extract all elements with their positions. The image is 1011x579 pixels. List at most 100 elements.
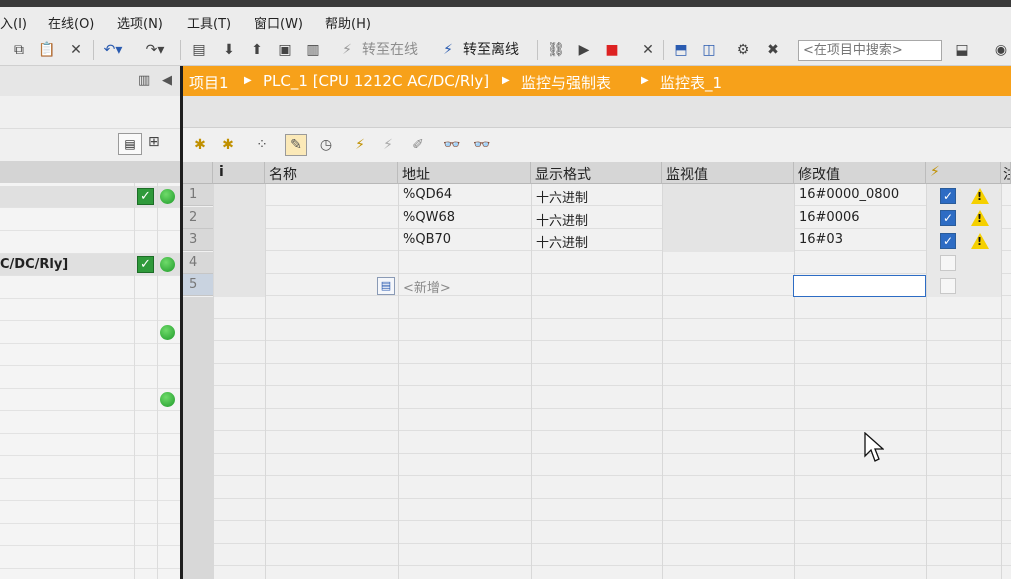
upload-icon[interactable]: ⬆ <box>246 39 268 61</box>
tree-row[interactable] <box>0 277 180 299</box>
menu-options[interactable]: 选项(N) <box>117 13 163 32</box>
redo-icon[interactable]: ↷▾ <box>140 39 170 61</box>
tree-settings-icon[interactable]: ⊞ <box>148 134 160 150</box>
window-settings-icon[interactable]: ⚙ <box>732 39 754 61</box>
address-cell[interactable]: %QW68 <box>398 207 531 229</box>
tree-row[interactable] <box>0 479 180 501</box>
modify-value-column-header[interactable]: 修改值 <box>794 162 926 184</box>
modify-enable-checkbox[interactable]: ✓ <box>940 188 956 204</box>
search-binoculars-icon[interactable]: ⬓ <box>950 39 974 61</box>
row-number[interactable]: 5 <box>183 274 213 296</box>
tree-row[interactable] <box>0 524 180 546</box>
monitor-mode-icon[interactable]: ✎ <box>285 134 307 156</box>
comment-column-header[interactable]: 注 <box>1001 162 1011 184</box>
modify-enable-checkbox[interactable] <box>940 278 956 294</box>
address-cell[interactable]: %QB70 <box>398 229 531 251</box>
online-status-dot-icon <box>160 189 175 204</box>
info-column-header[interactable]: i <box>213 162 265 184</box>
modify-enable-column-header[interactable]: ⚡ <box>926 162 1001 184</box>
row-number[interactable]: 4 <box>183 252 213 274</box>
menu-window[interactable]: 窗口(W) <box>254 13 303 32</box>
start-cpu-icon[interactable]: ▶ <box>573 39 595 61</box>
row-number[interactable]: 2 <box>183 207 213 229</box>
modify-value-cell[interactable]: 16#0000_0800 <box>794 184 926 206</box>
display-format-column-header[interactable]: 显示格式 <box>531 162 662 184</box>
copy-icon[interactable]: ⧉ <box>8 39 30 61</box>
modify-now-icon[interactable]: ⚡ <box>349 134 371 156</box>
download-icon[interactable]: ⬇ <box>218 39 240 61</box>
modify-value-cell[interactable]: 16#0006 <box>794 207 926 229</box>
breadcrumb-project[interactable]: 项目1 <box>189 72 229 93</box>
menu-insert[interactable]: 入(I) <box>0 13 27 32</box>
accessible-devices-icon[interactable]: ⛓ <box>545 39 567 61</box>
undo-icon[interactable]: ↶▾ <box>98 39 128 61</box>
paste-icon[interactable]: 📋 <box>36 39 58 61</box>
tree-row[interactable] <box>0 344 180 366</box>
go-online-button[interactable]: 转至在线 <box>362 39 418 61</box>
project-search-input[interactable] <box>798 40 942 61</box>
modify-enable-checkbox[interactable]: ✓ <box>940 233 956 249</box>
monitor-value-column-header[interactable]: 监视值 <box>662 162 794 184</box>
modify-value-input[interactable] <box>793 275 926 297</box>
tree-row[interactable] <box>0 412 180 434</box>
tree-row[interactable] <box>0 547 180 569</box>
tree-row[interactable] <box>0 502 180 524</box>
breadcrumb-arrow-icon: ▶ <box>502 75 510 86</box>
monitor-all-icon[interactable]: 👓 <box>441 134 463 156</box>
insert-row-icon[interactable]: ✱ <box>189 134 211 156</box>
collapse-left-icon[interactable]: ◀ <box>162 73 172 88</box>
row-number[interactable]: 3 <box>183 229 213 251</box>
menu-help[interactable]: 帮助(H) <box>325 13 371 32</box>
totally-integrated-icon[interactable]: ◉ <box>990 39 1011 61</box>
menu-online[interactable]: 在线(O) <box>48 13 94 32</box>
modify-value-cell[interactable]: 16#03 <box>794 229 926 251</box>
name-column-header[interactable]: 名称 <box>265 162 398 184</box>
monitor-once-icon[interactable]: 👓 <box>471 134 493 156</box>
tree-row[interactable] <box>0 232 180 254</box>
row-number[interactable]: 1 <box>183 184 213 206</box>
tree-row[interactable] <box>0 367 180 389</box>
close-windows-icon[interactable]: ✖ <box>762 39 784 61</box>
table-row[interactable] <box>183 252 1011 274</box>
cross-reference-icon[interactable]: ✕ <box>637 39 659 61</box>
breadcrumb-plc[interactable]: PLC_1 [CPU 1212C AC/DC/Rly] <box>263 72 489 90</box>
tree-row[interactable]: ✓ <box>0 186 180 208</box>
rt-icon[interactable]: ▥ <box>302 39 324 61</box>
tree-row[interactable] <box>0 457 180 479</box>
start-simulation-icon[interactable]: ▣ <box>274 39 296 61</box>
tree-row[interactable] <box>0 434 180 456</box>
breadcrumb-watch-table-1[interactable]: 监控表_1 <box>660 72 722 93</box>
format-cell[interactable]: 十六进制 <box>531 207 662 229</box>
address-cell[interactable]: %QD64 <box>398 184 531 206</box>
format-cell[interactable]: 十六进制 <box>531 184 662 206</box>
trigger-monitor-icon[interactable]: ◷ <box>315 134 337 156</box>
add-new-cell[interactable]: <新增> <box>398 274 531 296</box>
delete-icon[interactable]: ✕ <box>65 39 87 61</box>
tree-row[interactable] <box>0 322 180 344</box>
go-offline-icon[interactable]: ⚡ <box>437 39 459 61</box>
modify-enable-checkbox[interactable] <box>940 255 956 271</box>
go-online-icon[interactable]: ⚡ <box>336 39 358 61</box>
modify-trigger-icon[interactable]: ⚡ <box>377 134 399 156</box>
go-offline-button[interactable]: 转至离线 <box>463 39 519 61</box>
enable-peripheral-icon[interactable]: ✐ <box>407 134 429 156</box>
modify-enable-checkbox[interactable]: ✓ <box>940 210 956 226</box>
tree-row[interactable] <box>0 299 180 321</box>
address-column-header[interactable]: 地址 <box>398 162 531 184</box>
display-all-columns-icon[interactable]: ⁘ <box>251 134 273 156</box>
tree-row[interactable] <box>0 209 180 231</box>
tree-row[interactable] <box>0 389 180 411</box>
tag-list-icon[interactable]: ▤ <box>377 277 395 295</box>
menu-tools[interactable]: 工具(T) <box>187 13 231 32</box>
split-vertical-icon[interactable]: ◫ <box>698 39 720 61</box>
split-horizontal-icon[interactable]: ⬒ <box>670 39 692 61</box>
compile-icon[interactable]: ▤ <box>188 39 210 61</box>
tree-row-plc[interactable]: C/DC/Rly] ✓ <box>0 254 180 276</box>
add-row-icon[interactable]: ✱ <box>217 134 239 156</box>
format-cell[interactable]: 十六进制 <box>531 229 662 251</box>
stop-cpu-icon[interactable]: ■ <box>601 39 623 61</box>
table-view-icon[interactable]: ▤ <box>118 133 142 155</box>
modify-enable-cells <box>926 184 1001 297</box>
panel-layout-icon[interactable]: ▥ <box>138 73 150 88</box>
breadcrumb-watch-tables[interactable]: 监控与强制表 <box>521 72 611 93</box>
